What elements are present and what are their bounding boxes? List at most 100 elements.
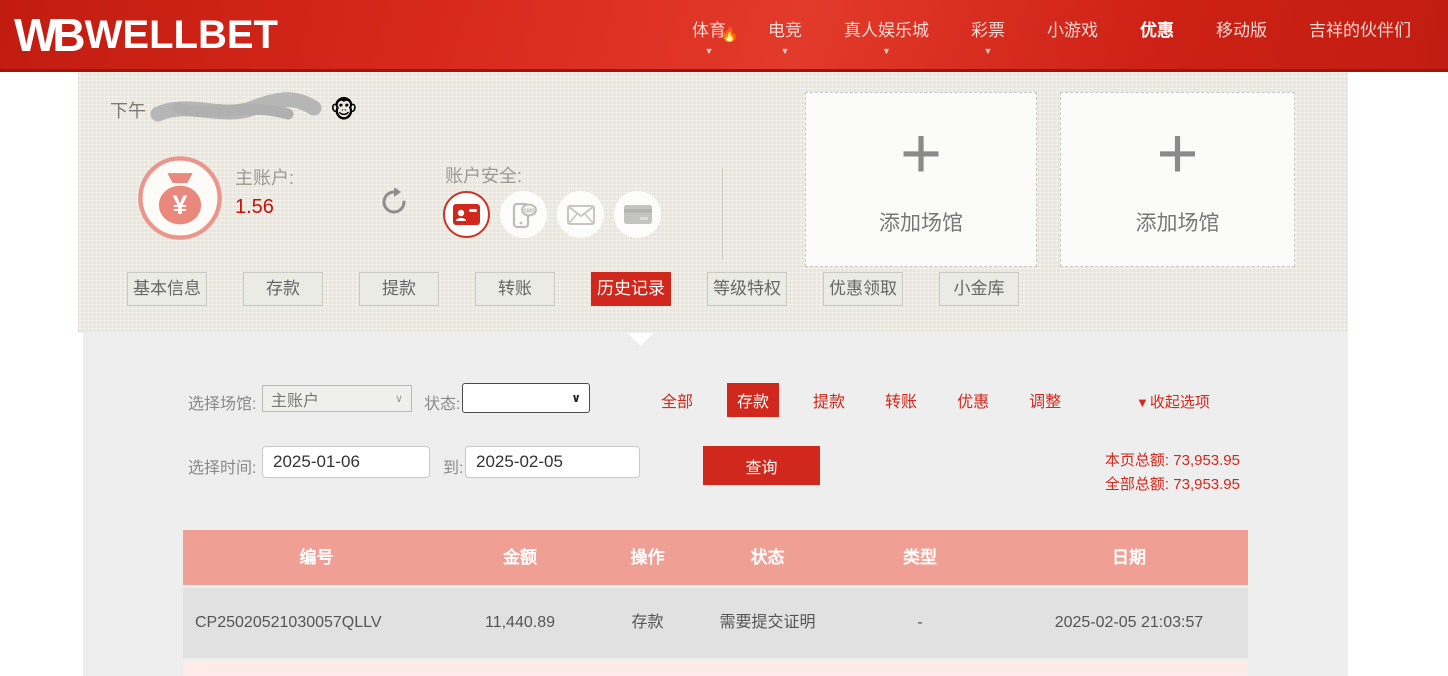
chevron-down-icon: ∨ [571, 391, 581, 405]
page-total-label: 本页总额: [1105, 452, 1169, 469]
col-header-date: 日期 [1010, 544, 1248, 571]
venue-select-value: 主账户 [271, 387, 319, 411]
bank-card-icon[interactable] [614, 191, 661, 238]
greeting: 下午 🐵 [110, 92, 358, 128]
cell-number: CP25020521030057QLLV [183, 610, 450, 636]
spacer [1309, 46, 1411, 56]
account-security-label: 账户安全: [445, 162, 522, 188]
main-account-label: 主账户: [235, 164, 294, 190]
spacer [1216, 46, 1267, 56]
collapse-options-label: 收起选项 [1150, 394, 1210, 411]
plus-icon: + [900, 122, 942, 187]
tab-deposit[interactable]: 存款 [243, 272, 323, 306]
tab-vault[interactable]: 小金库 [939, 272, 1019, 306]
nav-item-label: 优惠 [1140, 21, 1174, 40]
chevron-down-icon: ▼ [844, 46, 929, 56]
monkey-emoji: 🐵 [330, 96, 358, 125]
add-venue-box-2[interactable]: + 添加场馆 [1060, 92, 1295, 267]
query-button[interactable]: 查询 [703, 446, 820, 485]
top-navbar: WB WELLBET 🔥 体育 ▼ 电竞 ▼ 真人娱乐城 ▼ 彩票 ▼ 小游戏 … [0, 0, 1448, 72]
filter-transfer[interactable]: 转账 [885, 388, 917, 412]
add-venue-label: 添加场馆 [1136, 207, 1220, 237]
type-filter-row: 全部 存款 提款 转账 优惠 调整 [641, 386, 1081, 414]
all-total-line: 全部总额: 73,953.95 [1105, 473, 1240, 497]
nav-item-label: 移动版 [1216, 21, 1267, 40]
nav-item-mobile[interactable]: 移动版 [1195, 16, 1288, 56]
account-panel: 下午 🐵 ¥ 主账户: 1.56 账户安全: [78, 72, 1348, 333]
table-row-partial [183, 661, 1248, 676]
nav-item-label: 彩票 [971, 21, 1005, 40]
spacer [1140, 46, 1174, 56]
nav-item-esports[interactable]: 电竞 ▼ [747, 16, 823, 56]
to-label: 到: [443, 454, 463, 478]
page-total-value: 73,953.95 [1173, 452, 1240, 469]
cell-status: 需要提交证明 [705, 610, 830, 636]
chevron-down-icon: ∨ [395, 392, 403, 405]
collapse-options-link[interactable]: ▼收起选项 [1136, 391, 1210, 412]
nav-item-label: 吉祥的伙伴们 [1309, 21, 1411, 40]
venue-filter-label: 选择场馆: [188, 390, 256, 414]
filter-promo[interactable]: 优惠 [957, 388, 989, 412]
nav-item-label: 电竞 [768, 21, 802, 40]
nav-item-partners[interactable]: 吉祥的伙伴们 [1288, 16, 1432, 56]
status-select[interactable]: ∨ [462, 383, 590, 413]
filter-deposit[interactable]: 存款 [727, 383, 779, 417]
date-to-input[interactable] [465, 446, 640, 478]
svg-text:¥: ¥ [173, 190, 188, 220]
nav-item-mini-games[interactable]: 小游戏 [1026, 16, 1119, 56]
vertical-divider [722, 168, 723, 260]
col-header-operation: 操作 [590, 544, 705, 571]
totals-block: 本页总额: 73,953.95 全部总额: 73,953.95 [1105, 449, 1240, 497]
cell-type: - [830, 610, 1010, 636]
wellbet-logo[interactable]: WB WELLBET [14, 12, 278, 58]
venue-select[interactable]: 主账户 ∨ [262, 385, 412, 412]
plus-icon: + [1156, 122, 1198, 187]
filter-all[interactable]: 全部 [661, 388, 693, 412]
time-filter-label: 选择时间: [188, 454, 256, 478]
nav-item-sports[interactable]: 🔥 体育 ▼ [671, 16, 747, 56]
chevron-down-icon: ▼ [768, 46, 802, 56]
fire-icon: 🔥 [720, 25, 739, 43]
svg-text:SMS: SMS [523, 208, 535, 214]
greeting-text: 下午 [110, 97, 146, 123]
sms-phone-icon[interactable]: SMS [500, 191, 547, 238]
filter-adjustment[interactable]: 调整 [1029, 388, 1061, 412]
id-card-icon[interactable] [443, 191, 490, 238]
col-header-type: 类型 [830, 544, 1010, 571]
add-venue-label: 添加场馆 [879, 207, 963, 237]
tab-history[interactable]: 历史记录 [591, 272, 671, 306]
panel-notch [627, 333, 654, 346]
date-from-input[interactable] [262, 446, 430, 478]
col-header-amount: 金额 [450, 544, 590, 571]
tab-basic-info[interactable]: 基本信息 [127, 272, 207, 306]
chevron-down-icon: ▼ [692, 46, 726, 56]
filter-withdraw[interactable]: 提款 [813, 388, 845, 412]
cell-amount: 11,440.89 [450, 610, 590, 636]
nav-item-lottery[interactable]: 彩票 ▼ [950, 16, 1026, 56]
history-table: 编号 金额 操作 状态 类型 日期 CP25020521030057QLLV 1… [183, 530, 1248, 676]
triangle-down-icon: ▼ [1136, 395, 1149, 410]
nav-item-promotions[interactable]: 优惠 [1119, 16, 1195, 56]
table-row: CP25020521030057QLLV 11,440.89 存款 需要提交证明… [183, 588, 1248, 658]
tab-transfer[interactable]: 转账 [475, 272, 555, 306]
account-tabs: 基本信息 存款 提款 转账 历史记录 等级特权 优惠领取 小金库 [127, 272, 1019, 306]
all-total-value: 73,953.95 [1173, 476, 1240, 493]
tab-withdraw[interactable]: 提款 [359, 272, 439, 306]
nav-item-live-casino[interactable]: 真人娱乐城 ▼ [823, 16, 950, 56]
status-filter-label: 状态: [424, 390, 460, 414]
tab-vip-privileges[interactable]: 等级特权 [707, 272, 787, 306]
cell-operation: 存款 [590, 610, 705, 636]
table-header-row: 编号 金额 操作 状态 类型 日期 [183, 530, 1248, 585]
col-header-number: 编号 [183, 544, 450, 571]
chevron-down-icon: ▼ [971, 46, 1005, 56]
tab-promo-claim[interactable]: 优惠领取 [823, 272, 903, 306]
add-venue-box-1[interactable]: + 添加场馆 [805, 92, 1037, 267]
logo-mark: WB [14, 12, 81, 58]
col-header-status: 状态 [705, 544, 830, 571]
refresh-balance-icon[interactable] [380, 188, 408, 216]
page-total-line: 本页总额: 73,953.95 [1105, 449, 1240, 473]
redacted-username-scribble [148, 92, 326, 128]
all-total-label: 全部总额: [1105, 476, 1169, 493]
email-icon[interactable] [557, 191, 604, 238]
cell-date: 2025-02-05 21:03:57 [1010, 610, 1248, 636]
